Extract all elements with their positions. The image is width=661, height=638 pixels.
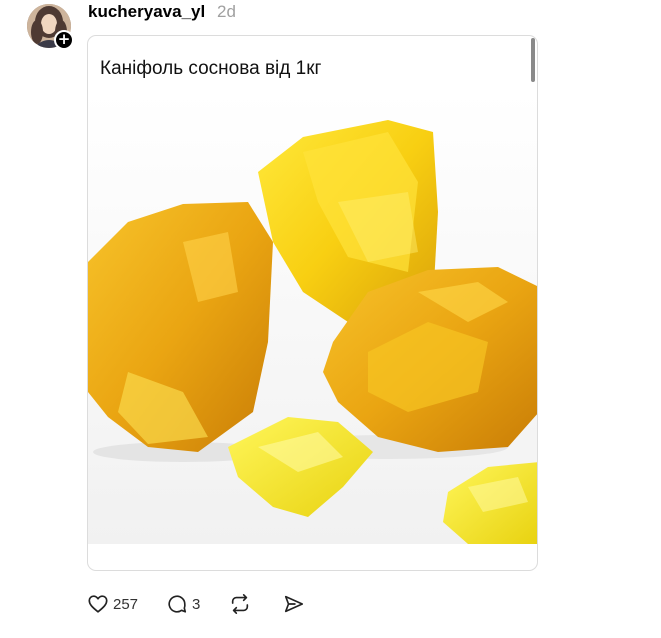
comment-icon <box>168 595 187 613</box>
username[interactable]: kucheryava_yl <box>88 2 205 22</box>
share-button[interactable] <box>282 593 306 615</box>
follow-plus-icon[interactable]: + <box>54 30 74 50</box>
scrollbar <box>531 38 535 82</box>
post-timestamp[interactable]: 2d <box>217 2 236 22</box>
like-count: 257 <box>113 595 139 613</box>
repost-button[interactable] <box>228 593 252 615</box>
media-title-text: Каніфоль соснова від 1кг <box>100 58 322 79</box>
action-bar: 257 3 <box>87 590 306 618</box>
like-button[interactable]: 257 <box>87 593 138 615</box>
heart-icon <box>88 595 108 613</box>
repost-icon <box>232 594 249 614</box>
reply-button[interactable]: 3 <box>166 593 200 615</box>
reply-count: 3 <box>192 595 201 613</box>
post-media[interactable]: Каніфоль соснова від 1кг <box>87 35 538 571</box>
send-icon <box>285 595 304 613</box>
rosin-photo <box>88 92 537 544</box>
threads-post: + kucheryava_yl 2d Каніфоль соснова від … <box>0 0 661 638</box>
